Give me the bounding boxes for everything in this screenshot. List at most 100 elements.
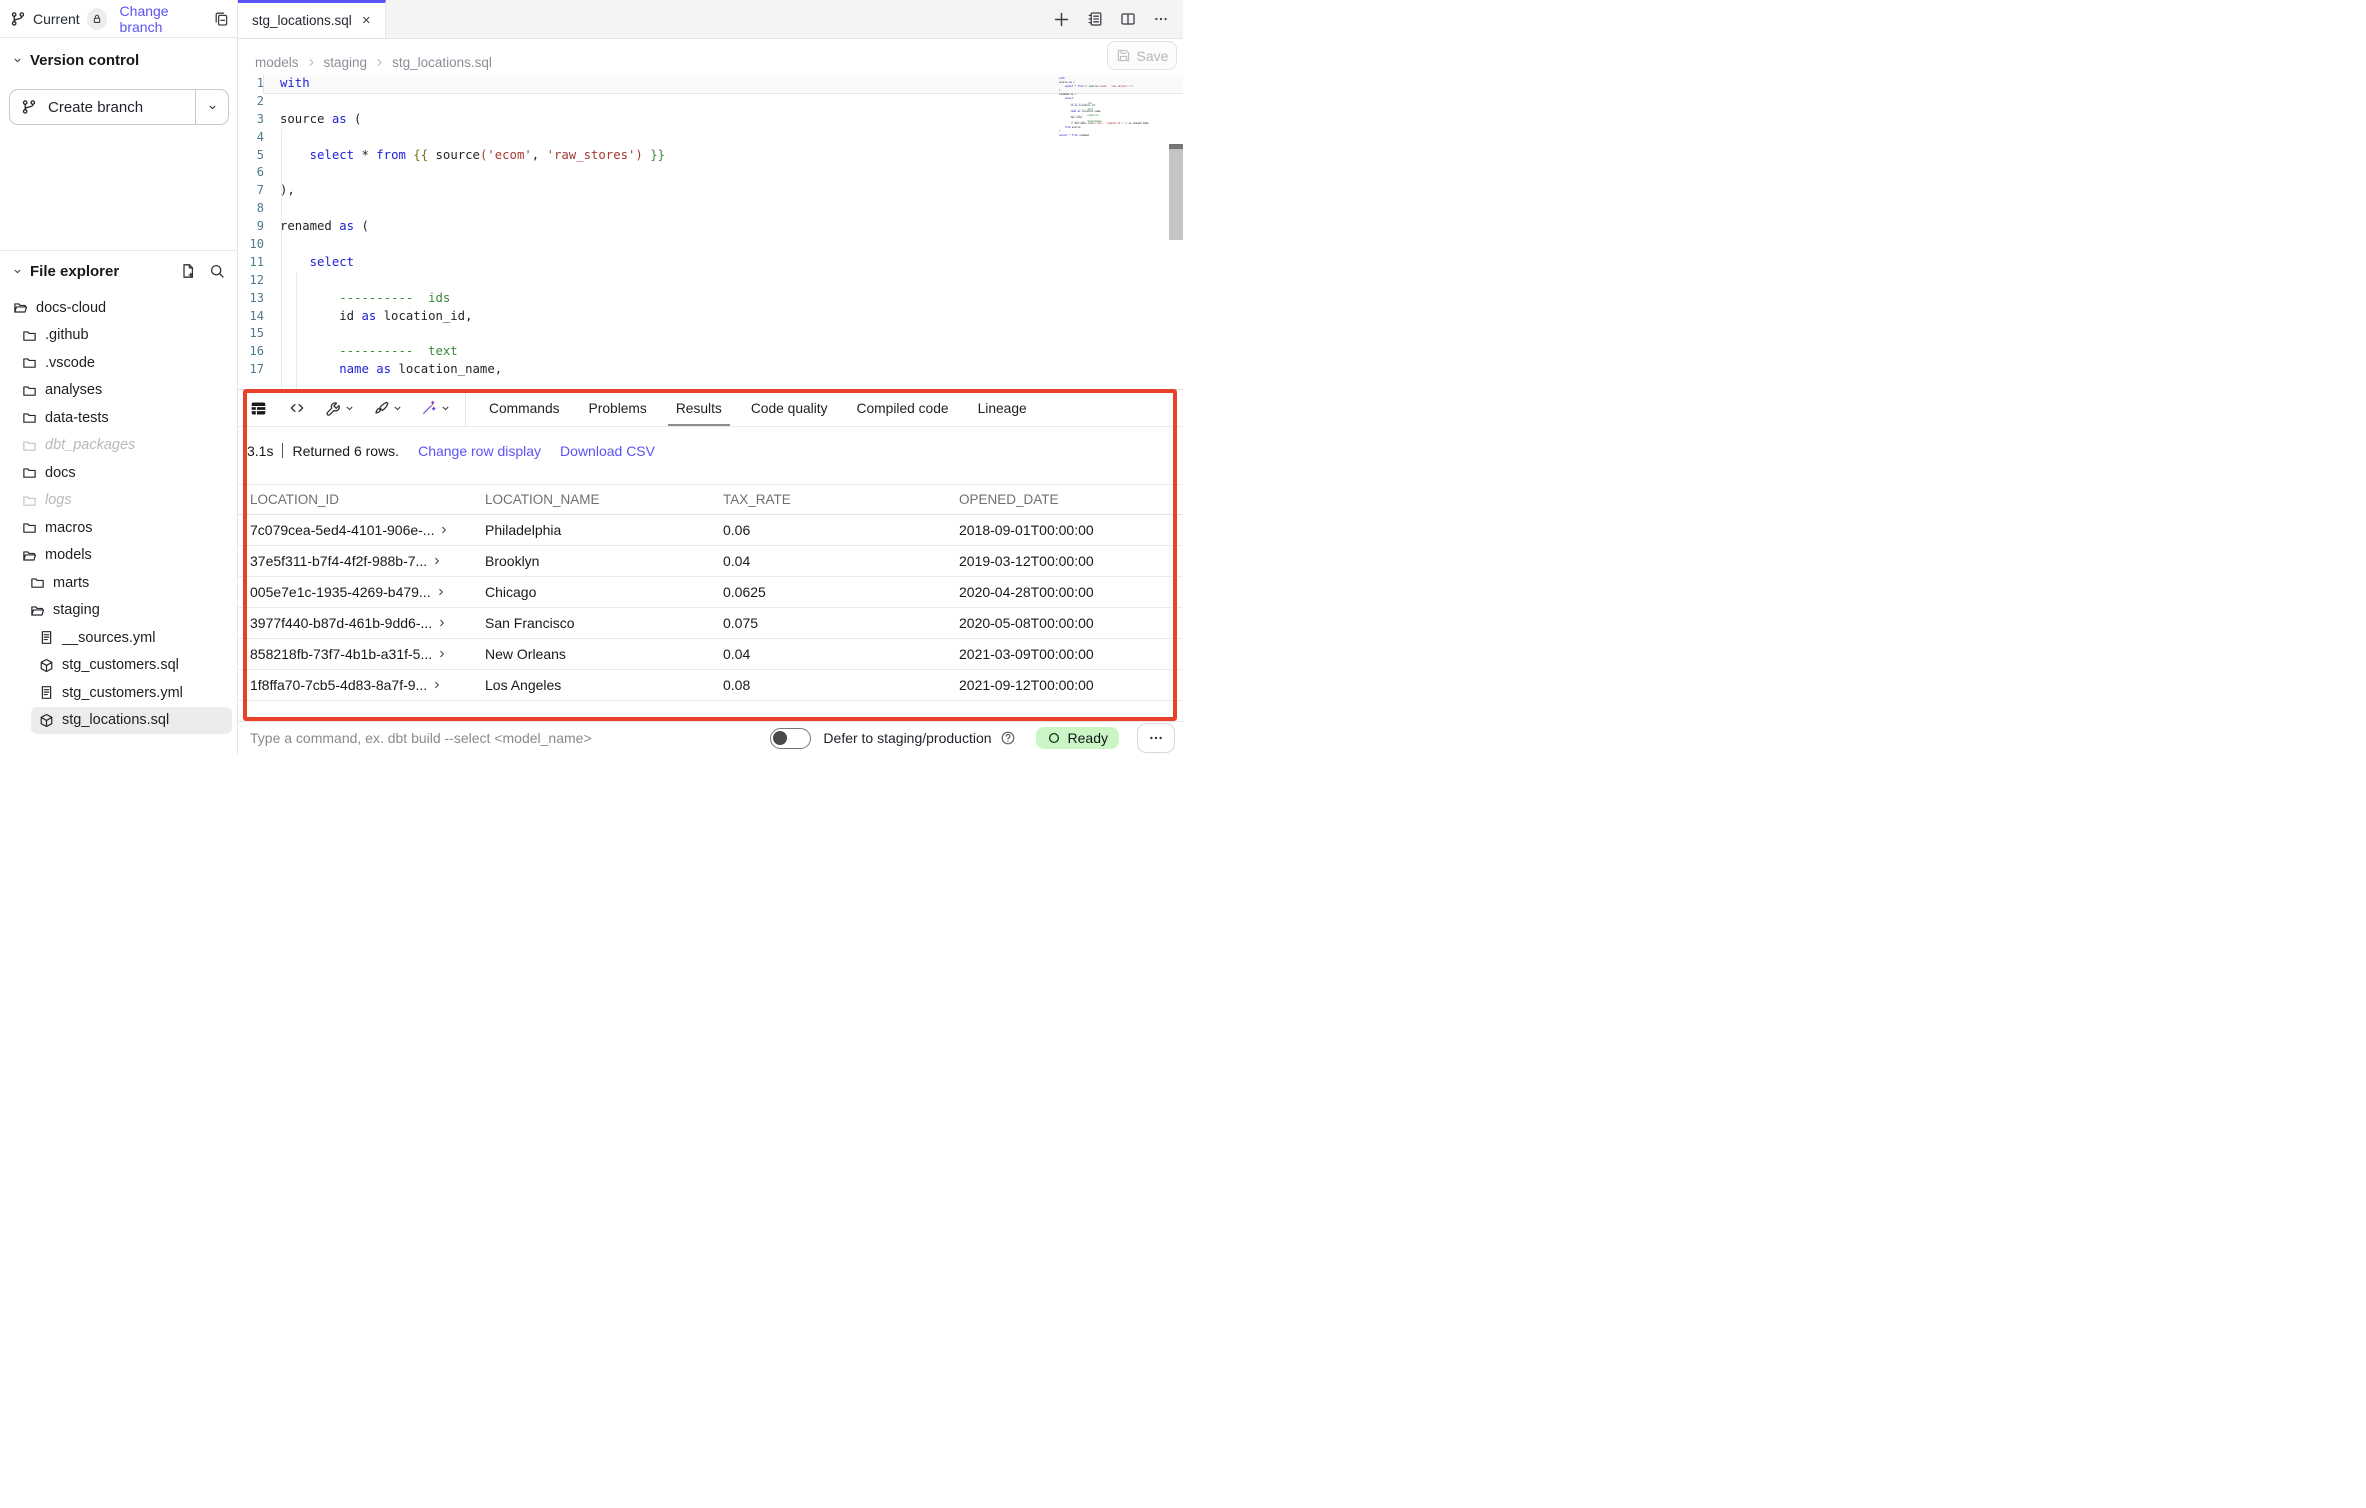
file-item-stg-locations-sql[interactable]: stg_locations.sql [31, 707, 232, 735]
expand-cell-icon[interactable] [437, 649, 447, 659]
new-tab-plus-icon[interactable] [1053, 11, 1070, 28]
code-view-icon[interactable] [289, 400, 305, 416]
create-branch-button[interactable]: Create branch [10, 90, 195, 124]
code-line[interactable]: 15 [238, 325, 1183, 343]
chevron-down-icon [12, 266, 23, 277]
file-explorer-header[interactable]: File explorer [0, 252, 237, 290]
file-item-macros[interactable]: macros [14, 514, 232, 542]
panel-tab-problems[interactable]: Problems [589, 390, 647, 426]
results-grid-icon[interactable] [250, 400, 267, 417]
ready-status-badge[interactable]: Ready [1036, 727, 1119, 749]
change-branch-link[interactable]: Change branch [120, 3, 206, 35]
line-number: 12 [238, 272, 264, 290]
line-number: 9 [238, 218, 264, 236]
ai-fix-dropdown[interactable] [421, 400, 451, 416]
panel-tab-compiled-code[interactable]: Compiled code [857, 390, 949, 426]
tab-stg-locations[interactable]: stg_locations.sql × [238, 0, 386, 38]
table-row[interactable]: 1f8ffa70-7cb5-4d83-8a7f-9...Los Angeles0… [238, 670, 1183, 701]
file-item-stg-customers-yml[interactable]: stg_customers.yml [31, 679, 232, 707]
file-item-models[interactable]: models [14, 542, 232, 570]
table-row[interactable]: 37e5f311-b7f4-4f2f-988b-7...Brooklyn0.04… [238, 546, 1183, 577]
code-line[interactable]: 4 [238, 129, 1183, 147]
more-options-button[interactable] [1137, 723, 1175, 753]
expand-cell-icon[interactable] [432, 556, 442, 566]
code-line[interactable]: 12 [238, 272, 1183, 290]
code-line[interactable]: 14 id as location_id, [238, 308, 1183, 326]
command-input[interactable]: Type a command, ex. dbt build --select <… [250, 730, 770, 746]
create-branch-dropdown[interactable] [196, 90, 228, 124]
file-item--sources-yml[interactable]: __sources.yml [31, 624, 232, 652]
expand-cell-icon[interactable] [439, 525, 449, 535]
folder-icon [22, 465, 37, 480]
breadcrumb-item[interactable]: stg_locations.sql [392, 55, 492, 70]
file-item-marts[interactable]: marts [22, 569, 232, 597]
breadcrumb-item[interactable]: models [255, 55, 299, 70]
wrench-dropdown[interactable] [325, 400, 355, 416]
code-line[interactable]: 3source as ( [238, 111, 1183, 129]
table-row[interactable]: 005e7e1c-1935-4269-b479...Chicago0.06252… [238, 577, 1183, 608]
file-item-docs[interactable]: docs [14, 459, 232, 487]
file-item-staging[interactable]: staging [22, 597, 232, 625]
toolbar-divider [465, 390, 466, 427]
new-file-icon[interactable] [180, 263, 196, 279]
panel-tab-lineage[interactable]: Lineage [978, 390, 1027, 426]
minimap[interactable]: withsource as ( select * from {{ source(… [1059, 77, 1171, 136]
file-item-label: dbt_packages [45, 437, 135, 453]
file-item-logs[interactable]: logs [14, 487, 232, 515]
panel-tab-code-quality[interactable]: Code quality [751, 390, 828, 426]
code-line[interactable]: 10 [238, 236, 1183, 254]
file-item--vscode[interactable]: .vscode [14, 349, 232, 377]
code-line[interactable]: 11 select [238, 254, 1183, 272]
code-line[interactable]: 5 select * from {{ source('ecom', 'raw_s… [238, 147, 1183, 165]
vertical-scrollbar[interactable] [1169, 149, 1183, 240]
expand-cell-icon[interactable] [437, 618, 447, 628]
table-row[interactable]: 858218fb-73f7-4b1b-a31f-5...New Orleans0… [238, 639, 1183, 670]
chevron-down-icon [392, 403, 403, 414]
breadcrumb-item[interactable]: staging [324, 55, 368, 70]
defer-toggle[interactable] [770, 728, 811, 749]
file-item-docs-cloud[interactable]: docs-cloud [5, 294, 232, 322]
file-item-dbt-packages[interactable]: dbt_packages [14, 432, 232, 460]
table-row[interactable]: 3977f440-b87d-461b-9dd6-...San Francisco… [238, 608, 1183, 639]
code-line[interactable]: 8 [238, 200, 1183, 218]
panel-tab-results[interactable]: Results [676, 390, 722, 426]
code-line[interactable]: 9renamed as ( [238, 218, 1183, 236]
table-row[interactable]: 7c079cea-5ed4-4101-906e-...Philadelphia0… [238, 515, 1183, 546]
version-control-header[interactable]: Version control [0, 38, 237, 75]
file-item-stg-customers-sql[interactable]: stg_customers.sql [31, 652, 232, 680]
file-item--github[interactable]: .github [14, 322, 232, 350]
file-item-analyses[interactable]: analyses [14, 377, 232, 405]
editor-menu-icon[interactable] [1153, 11, 1169, 27]
expand-cell-icon[interactable] [436, 587, 446, 597]
table-cell: 0.08 [711, 677, 947, 693]
search-icon[interactable] [209, 263, 225, 279]
code-line[interactable]: 2 [238, 93, 1183, 111]
change-row-display-link[interactable]: Change row display [418, 443, 541, 459]
file-item-data-tests[interactable]: data-tests [14, 404, 232, 432]
close-icon[interactable]: × [362, 13, 371, 28]
code-line[interactable]: 1with [238, 75, 1183, 93]
code-line[interactable]: 7), [238, 182, 1183, 200]
folder-open-icon [30, 603, 45, 618]
code-line[interactable]: 13 ---------- ids [238, 290, 1183, 308]
copy-icon[interactable] [213, 11, 229, 27]
split-editor-icon[interactable] [1120, 11, 1136, 27]
file-item-label: stg_customers.yml [62, 685, 183, 701]
panel-tab-commands[interactable]: Commands [489, 390, 560, 426]
save-button[interactable]: Save [1107, 41, 1177, 70]
folder-icon [22, 355, 37, 370]
line-number: 3 [238, 111, 264, 129]
help-icon[interactable] [1000, 730, 1016, 746]
code-editor[interactable]: 1with23source as (45 select * from {{ so… [238, 75, 1183, 390]
expand-cell-icon[interactable] [432, 680, 442, 690]
code-line[interactable]: 6 [238, 164, 1183, 182]
file-tree: docs-cloud.github.vscodeanalysesdata-tes… [0, 294, 237, 734]
current-branch-label: Current [33, 11, 80, 27]
format-dropdown[interactable] [373, 400, 403, 416]
panel-header: Commands Problems Results Code quality Compi… [238, 390, 1183, 427]
code-line[interactable]: 16 ---------- text [238, 343, 1183, 361]
code-line[interactable]: 17 name as location_name, [238, 361, 1183, 379]
changelog-icon[interactable] [1087, 11, 1103, 27]
table-cell: Philadelphia [473, 522, 711, 538]
download-csv-link[interactable]: Download CSV [560, 443, 655, 459]
